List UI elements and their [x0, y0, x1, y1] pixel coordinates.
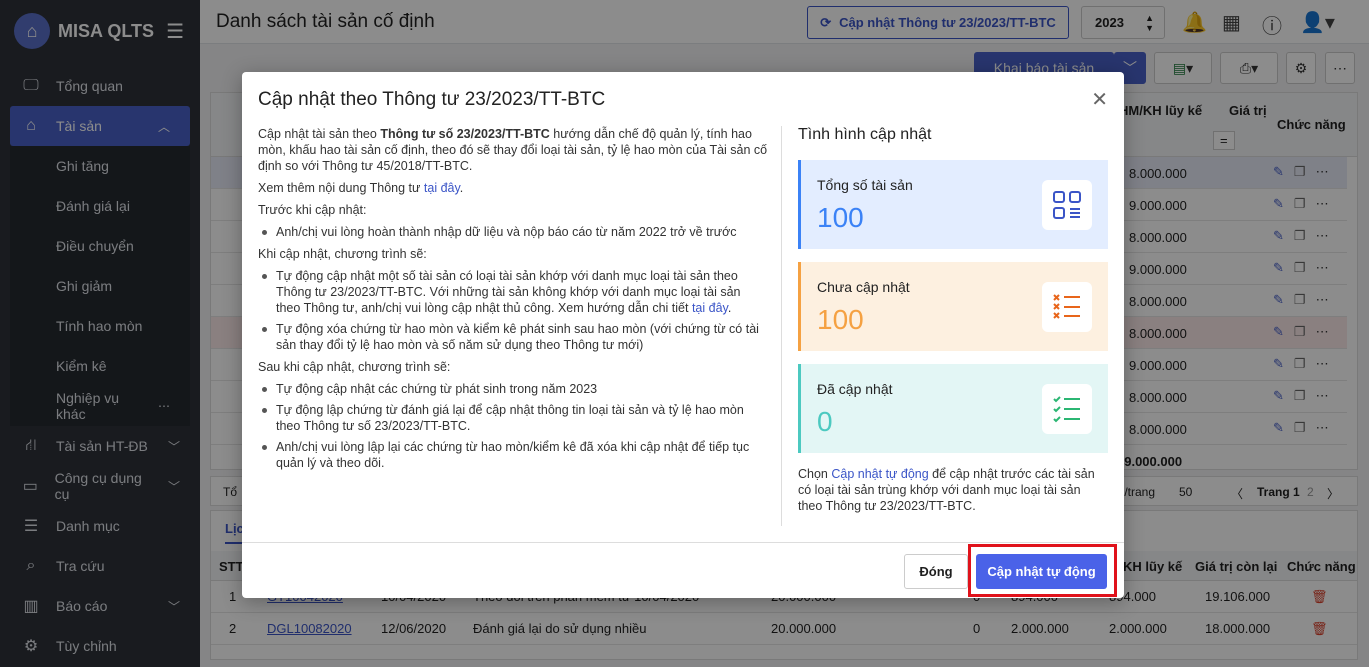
- list-item: Anh/chị vui lòng lập lại các chứng từ ha…: [258, 439, 768, 471]
- x-list-icon: [1042, 282, 1092, 332]
- section-title: Khi cập nhật, chương trình sẽ:: [258, 247, 427, 261]
- highlight-box: [968, 544, 1117, 597]
- auto-update-link[interactable]: Cập nhật tự động: [831, 467, 928, 481]
- see-more: Xem thêm nội dung Thông tư tại đây.: [258, 181, 464, 195]
- card-label: Đã cập nhật: [817, 381, 893, 397]
- guide-link[interactable]: tại đây: [692, 301, 728, 315]
- card-value: 100: [817, 304, 864, 335]
- card-not-updated: Chưa cập nhật 100: [798, 262, 1108, 351]
- card-updated: Đã cập nhật 0: [798, 364, 1108, 453]
- update-circular-dialog: Cập nhật theo Thông tư 23/2023/TT-BTC ✕ …: [242, 72, 1124, 598]
- list-item: Tự động xóa chứng từ hao mòn và kiểm kê …: [258, 321, 768, 353]
- text: Xem thêm nội dung Thông tư: [258, 181, 424, 195]
- circular-link[interactable]: tại đây: [424, 181, 460, 195]
- auto-update-note: Chọn Cập nhật tự động để cập nhật trước …: [798, 466, 1108, 514]
- card-value: 100: [817, 202, 864, 233]
- text: Cập nhật tài sản theo: [258, 127, 381, 141]
- list-item: Tự động cập nhật các chứng từ phát sinh …: [258, 381, 768, 397]
- card-total-assets: Tổng số tài sản 100: [798, 160, 1108, 249]
- list-item: Anh/chị vui lòng hoàn thành nhập dữ liệu…: [258, 224, 768, 240]
- intro: Cập nhật tài sản theo Thông tư số 23/202…: [258, 126, 768, 174]
- status-title: Tình hình cập nhật: [798, 126, 932, 143]
- list-item: Tự động cập nhật một số tài sản có loại …: [258, 268, 768, 316]
- card-value: 0: [817, 406, 833, 437]
- card-label: Chưa cập nhật: [817, 279, 910, 295]
- close-icon[interactable]: ✕: [1091, 87, 1108, 112]
- section-title: Sau khi cập nhật, chương trình sẽ:: [258, 360, 451, 374]
- update-status: Tình hình cập nhật Tổng số tài sản 100 C…: [798, 126, 1108, 514]
- card-label: Tổng số tài sản: [817, 177, 913, 193]
- instructions: Cập nhật tài sản theo Thông tư số 23/202…: [258, 126, 768, 477]
- text: Chọn: [798, 467, 832, 481]
- text: Thông tư số 23/2023/TT-BTC: [380, 127, 550, 141]
- list-item: Tự động lập chứng từ đánh giá lại để cập…: [258, 402, 768, 434]
- check-list-icon: [1042, 384, 1092, 434]
- divider: [781, 126, 782, 526]
- text: Tự động cập nhật một số tài sản có loại …: [276, 269, 741, 315]
- section-title: Trước khi cập nhật:: [258, 203, 367, 217]
- close-button[interactable]: Đóng: [904, 554, 968, 589]
- dialog-footer-divider: [242, 542, 1124, 543]
- dialog-title: Cập nhật theo Thông tư 23/2023/TT-BTC: [258, 89, 606, 110]
- grid-list-icon: [1042, 180, 1092, 230]
